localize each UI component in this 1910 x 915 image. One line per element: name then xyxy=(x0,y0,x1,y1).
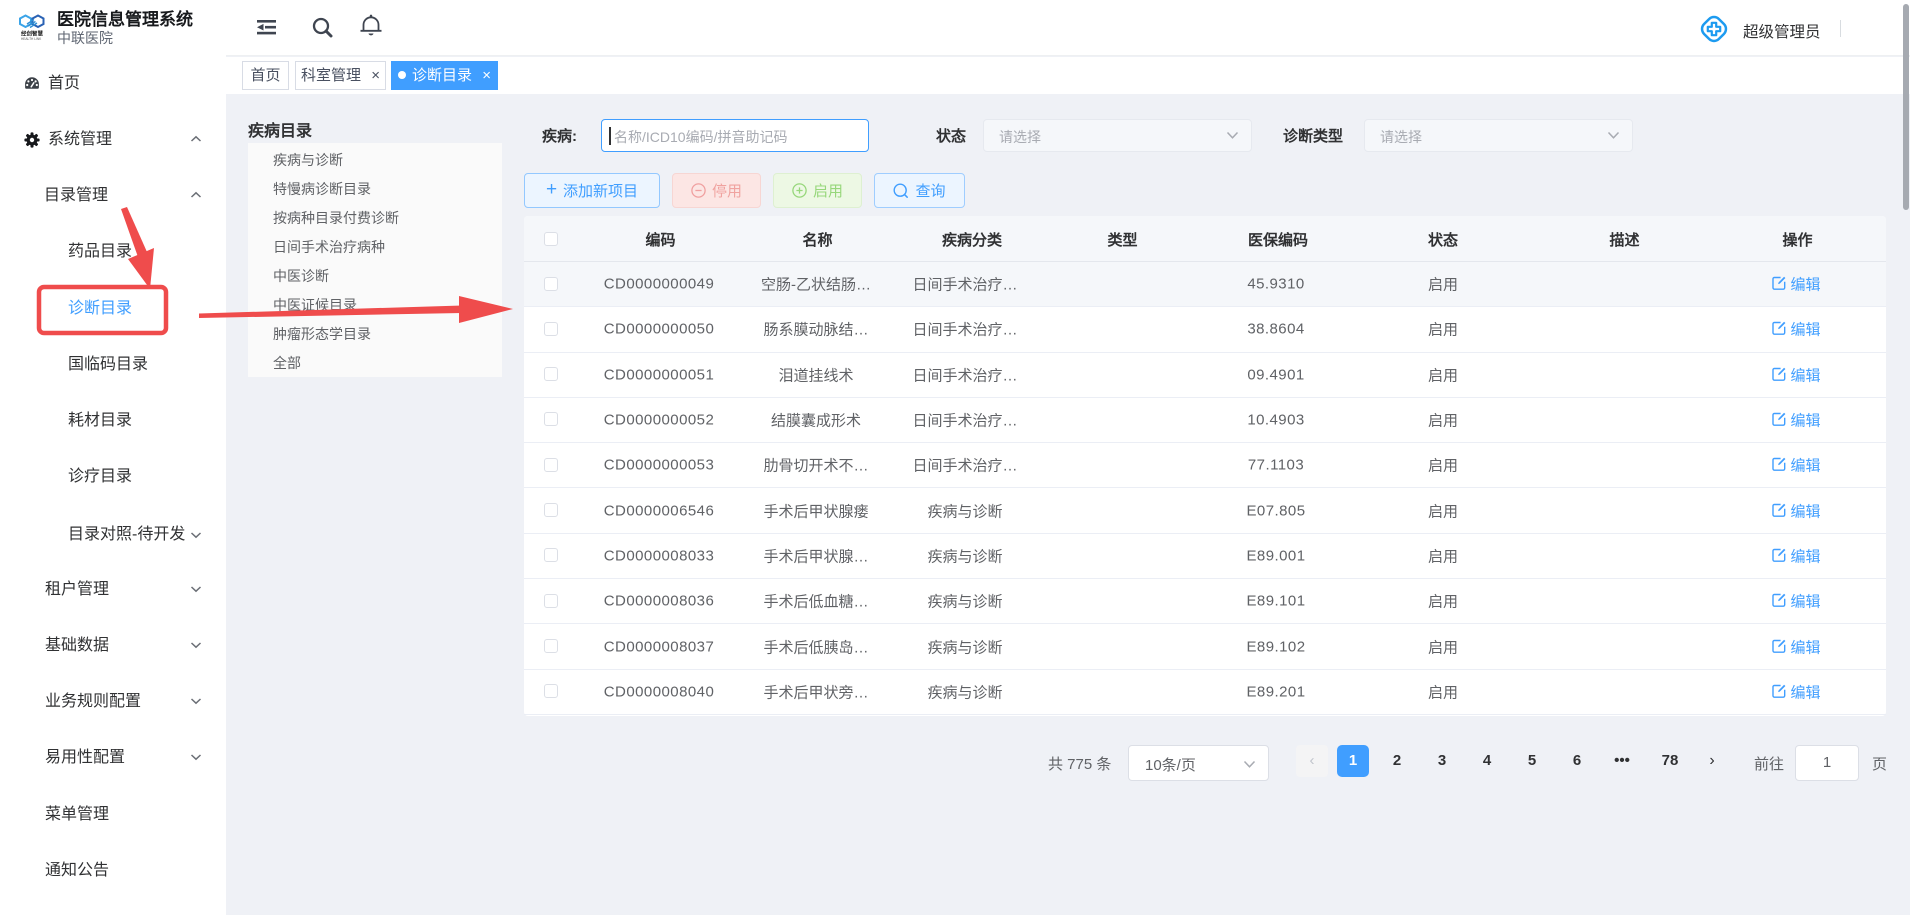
svg-text:HEALTH LINK: HEALTH LINK xyxy=(21,37,42,41)
